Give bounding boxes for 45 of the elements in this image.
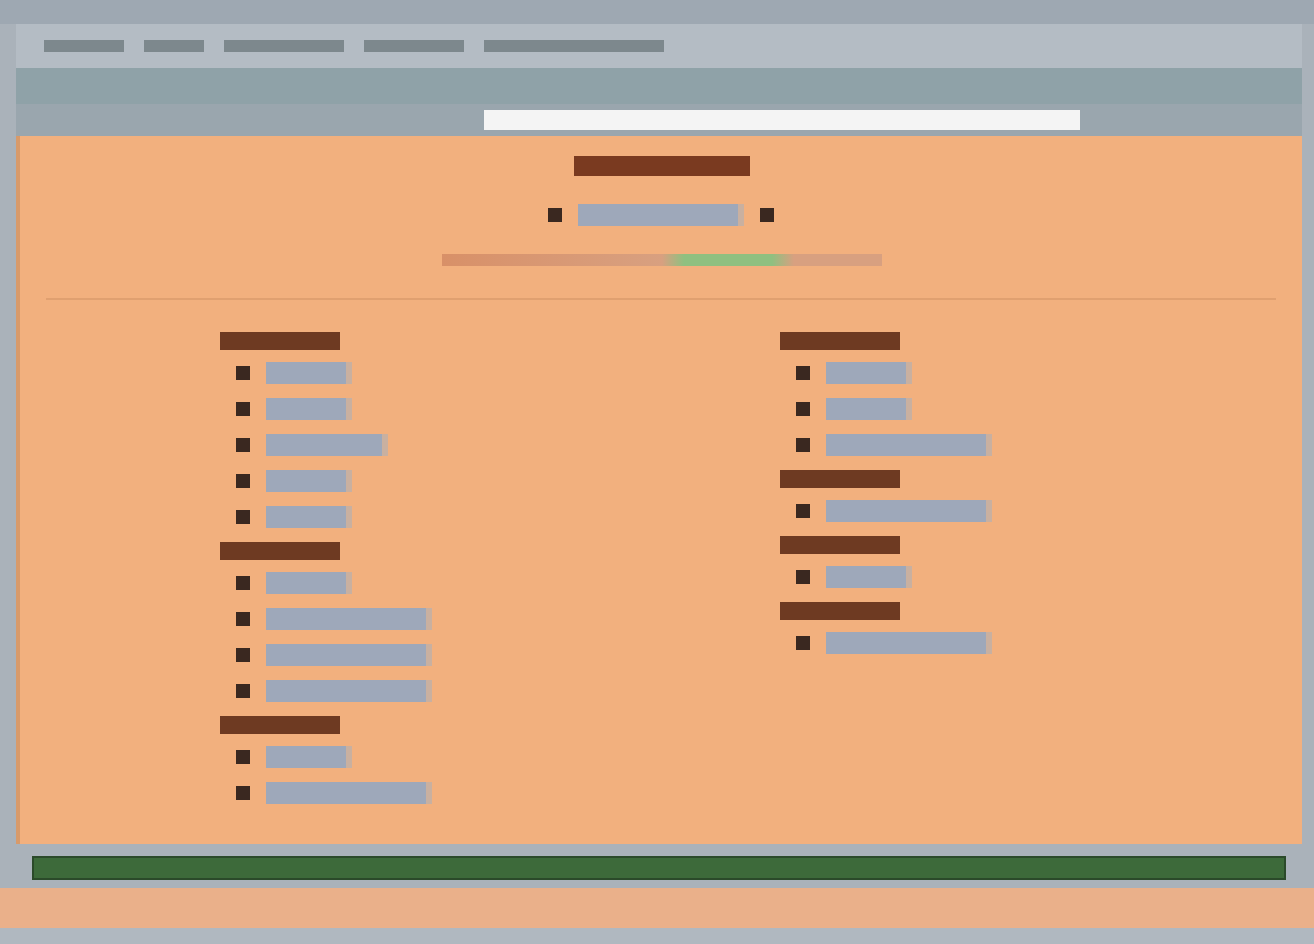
bullet-icon bbox=[796, 503, 810, 517]
link[interactable] bbox=[266, 361, 352, 383]
link[interactable] bbox=[266, 469, 352, 491]
bullet-icon bbox=[760, 208, 774, 222]
link[interactable] bbox=[826, 499, 992, 521]
illegible-heading bbox=[780, 602, 900, 620]
bullet-icon bbox=[236, 473, 250, 487]
link[interactable] bbox=[266, 679, 432, 701]
illegible-heading bbox=[780, 536, 900, 554]
link[interactable] bbox=[826, 433, 992, 455]
bullet-icon bbox=[236, 785, 250, 799]
link[interactable] bbox=[826, 565, 912, 587]
link[interactable] bbox=[266, 433, 388, 455]
link[interactable] bbox=[826, 397, 912, 419]
bullet-icon bbox=[796, 437, 810, 451]
illegible-heading bbox=[780, 470, 900, 488]
bullet-icon bbox=[236, 647, 250, 661]
bullet-icon bbox=[236, 437, 250, 451]
link[interactable] bbox=[826, 631, 992, 653]
illegible-heading bbox=[220, 542, 340, 560]
link[interactable] bbox=[266, 745, 352, 767]
link[interactable] bbox=[578, 204, 744, 226]
bullet-icon bbox=[236, 611, 250, 625]
link[interactable] bbox=[266, 505, 352, 527]
bullet-icon bbox=[796, 635, 810, 649]
bullet-icon bbox=[796, 569, 810, 583]
bullet-icon bbox=[796, 365, 810, 379]
link[interactable] bbox=[826, 361, 912, 383]
address-field[interactable] bbox=[484, 110, 1080, 130]
link[interactable] bbox=[266, 397, 352, 419]
link[interactable] bbox=[266, 571, 352, 593]
link[interactable] bbox=[266, 781, 432, 803]
illegible-heading bbox=[220, 332, 340, 350]
bullet-icon bbox=[236, 401, 250, 415]
bullet-icon bbox=[236, 749, 250, 763]
bullet-icon bbox=[548, 208, 562, 222]
illegible-heading bbox=[780, 332, 900, 350]
illegible-heading bbox=[220, 716, 340, 734]
bullet-icon bbox=[236, 683, 250, 697]
bullet-icon bbox=[236, 365, 250, 379]
link[interactable] bbox=[266, 607, 432, 629]
link[interactable] bbox=[266, 643, 432, 665]
bullet-icon bbox=[236, 575, 250, 589]
bullet-icon bbox=[236, 509, 250, 523]
bullet-icon bbox=[796, 401, 810, 415]
